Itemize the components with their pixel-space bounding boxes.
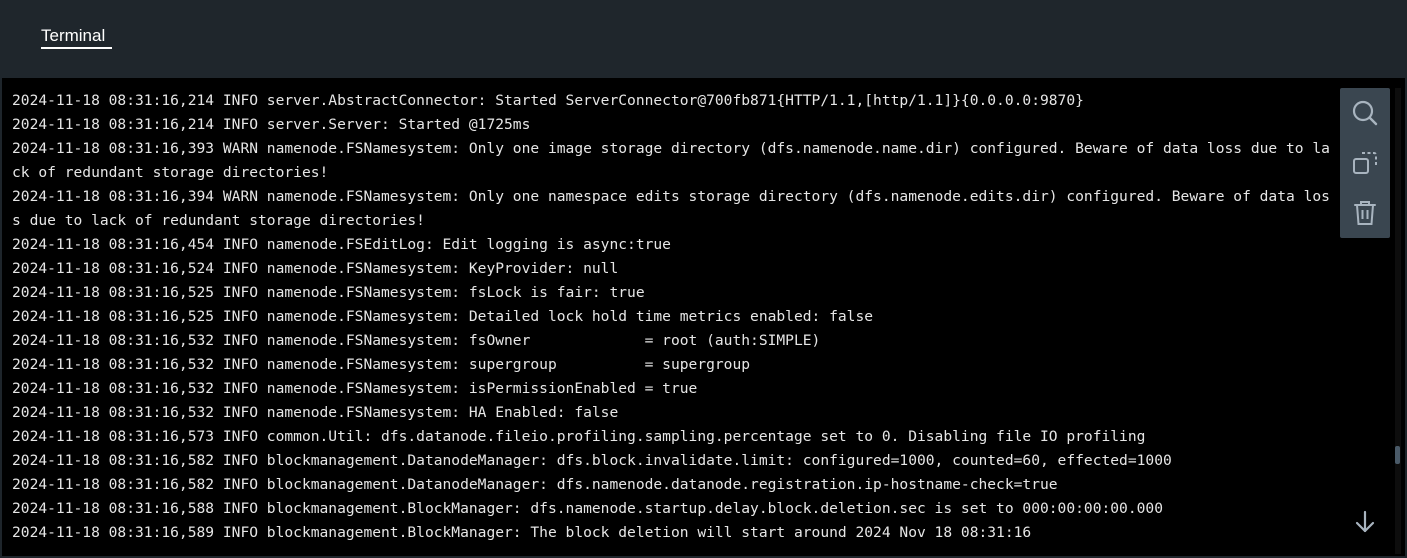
terminal-toolbar bbox=[1340, 88, 1390, 238]
terminal-line: 2024-11-18 08:31:16,582 INFO blockmanage… bbox=[12, 452, 1172, 469]
terminal-window: Terminal 2024-11-18 08:31:16,214 INFO se… bbox=[0, 0, 1407, 558]
terminal-line: 2024-11-18 08:31:16,532 INFO namenode.FS… bbox=[12, 404, 619, 421]
terminal-line: 2024-11-18 08:31:16,394 WARN namenode.FS… bbox=[12, 188, 1330, 229]
terminal-line: 2024-11-18 08:31:16,525 INFO namenode.FS… bbox=[12, 308, 874, 325]
terminal-line: 2024-11-18 08:31:16,573 INFO common.Util… bbox=[12, 428, 1146, 445]
terminal-line: 2024-11-18 08:31:16,524 INFO namenode.FS… bbox=[12, 260, 619, 277]
terminal-line: 2024-11-18 08:31:16,454 INFO namenode.FS… bbox=[12, 236, 671, 253]
terminal-lines: 2024-11-18 08:31:16,214 INFO server.Abst… bbox=[12, 89, 1332, 545]
copy-button[interactable] bbox=[1340, 138, 1390, 188]
header-bar: Terminal bbox=[0, 0, 1407, 78]
tab-active-indicator bbox=[41, 47, 112, 49]
terminal-line: 2024-11-18 08:31:16,214 INFO server.Abst… bbox=[12, 92, 1084, 109]
scroll-to-bottom-button[interactable] bbox=[1352, 508, 1378, 536]
terminal-line: 2024-11-18 08:31:16,532 INFO namenode.FS… bbox=[12, 332, 821, 349]
clear-button[interactable] bbox=[1340, 188, 1390, 238]
copy-icon bbox=[1353, 152, 1377, 174]
search-button[interactable] bbox=[1340, 88, 1390, 138]
terminal-line: 2024-11-18 08:31:16,582 INFO blockmanage… bbox=[12, 476, 1058, 493]
terminal-output[interactable]: 2024-11-18 08:31:16,214 INFO server.Abst… bbox=[2, 78, 1405, 556]
terminal-line: 2024-11-18 08:31:16,532 INFO namenode.FS… bbox=[12, 356, 751, 373]
tab-terminal[interactable]: Terminal bbox=[41, 26, 105, 46]
terminal-line: 2024-11-18 08:31:16,525 INFO namenode.FS… bbox=[12, 284, 645, 301]
terminal-line: 2024-11-18 08:31:16,589 INFO blockmanage… bbox=[12, 524, 1032, 541]
search-icon bbox=[1352, 100, 1378, 126]
terminal-line: 2024-11-18 08:31:16,214 INFO server.Serv… bbox=[12, 116, 531, 133]
terminal-line: 2024-11-18 08:31:16,532 INFO namenode.FS… bbox=[12, 380, 698, 397]
arrow-down-icon bbox=[1355, 510, 1375, 533]
terminal-line: 2024-11-18 08:31:16,393 WARN namenode.FS… bbox=[12, 140, 1330, 181]
trash-icon bbox=[1354, 201, 1376, 225]
terminal-line: 2024-11-18 08:31:16,588 INFO blockmanage… bbox=[12, 500, 1163, 517]
scrollbar-track[interactable] bbox=[1395, 88, 1401, 554]
scrollbar-thumb[interactable] bbox=[1395, 446, 1400, 464]
